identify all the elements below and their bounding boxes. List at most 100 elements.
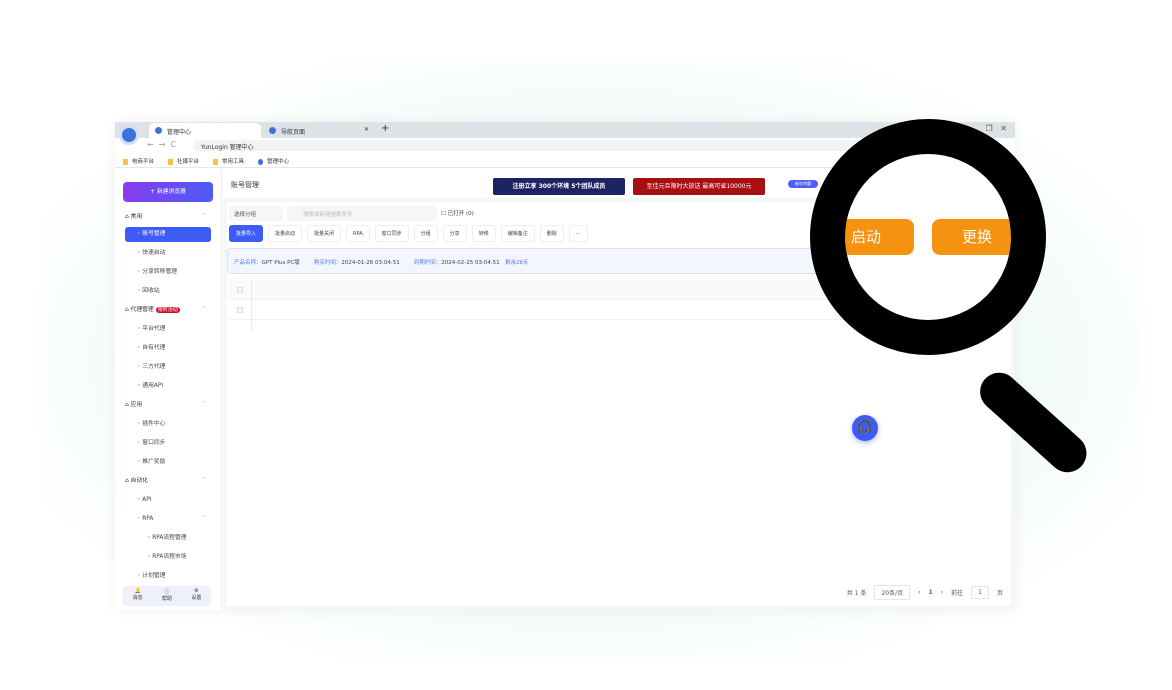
sidebar-item[interactable]: ◦ 推广奖励 [115, 453, 221, 472]
settings-button[interactable]: ⚙ 设置 [191, 588, 201, 606]
page-size-select[interactable]: 20条/页 [874, 585, 911, 600]
nav-buttons-icon[interactable]: ←→C [147, 140, 181, 149]
toolbar-button[interactable]: 分组 [413, 225, 438, 242]
chevron-icon[interactable]: ˄ [202, 472, 205, 491]
purchase-time: 2024-01-26 03:04:51 [341, 260, 400, 266]
sidebar-item-label: 三方代理 [142, 364, 166, 370]
total: 共 1 条 [846, 590, 867, 597]
toolbar-button[interactable]: ··· [568, 225, 588, 242]
sidebar-item-label: RPA流程市场 [152, 554, 187, 560]
count: (0) [465, 211, 474, 217]
expire-time: 2024-02-25 03:04:51 [441, 260, 500, 266]
search-input[interactable]: 搜索或新建搜索条件 [287, 205, 437, 221]
label: 消息 [132, 595, 143, 601]
toolbar: 批量导入 批量启动 批量关闭 RPA 窗口同步 分组 分享 转移 编辑备注 删除 ··· [229, 225, 588, 242]
chevron-icon[interactable]: ˄ [202, 510, 205, 529]
sidebar-item[interactable]: ◦ RPA流程市场 [115, 548, 221, 567]
support-button[interactable]: 🎧 [852, 415, 878, 441]
sidebar-item[interactable]: ◦ 通用API [115, 377, 221, 396]
chevron-icon[interactable]: ˄ [202, 301, 205, 320]
help-button[interactable]: ⓘ 帮助 [162, 588, 172, 606]
goto-input[interactable]: 1 [971, 586, 989, 599]
new-year-badge[interactable]: 新年特惠 [788, 180, 818, 188]
toolbar-button[interactable]: 删除 [539, 225, 564, 242]
toolbar-button[interactable]: 批量导入 [229, 225, 264, 242]
sidebar-item[interactable]: ◦ 平台代理 [115, 320, 221, 339]
sidebar-item-label: 代理管理 [130, 307, 154, 313]
select-all-checkbox[interactable] [237, 287, 243, 293]
sidebar-item-label: 插件中心 [142, 421, 166, 427]
bookmark[interactable]: 管理中心 [258, 157, 289, 165]
toolbar-button[interactable]: RPA [346, 225, 370, 242]
prev-icon[interactable]: ‹ [918, 589, 920, 596]
sidebar-item-label: 计划管理 [142, 573, 166, 579]
toolbar-button[interactable]: 窗口同步 [374, 225, 409, 242]
sidebar-item[interactable]: ⌂ 常用 ˄ [115, 208, 221, 227]
toolbar-button[interactable]: 转移 [471, 225, 496, 242]
sidebar-item[interactable]: ⌂ 自动化 ˄ [115, 472, 221, 491]
magnifier-icon [810, 119, 1046, 355]
divider [251, 280, 252, 332]
sidebar-item-label: RPA流程管理 [152, 535, 187, 541]
toolbar-button[interactable]: 批量启动 [268, 225, 303, 242]
group-select[interactable]: 选择分组 [229, 205, 283, 221]
sidebar-item-label: 应用 [130, 402, 143, 408]
filter-row: 选择分组 搜索或新建搜索条件 ☐ 已打开 (0) [227, 204, 474, 222]
remaining-days: 剩余28天 [504, 260, 529, 266]
label: 已打开 [447, 211, 465, 217]
sidebar-item[interactable]: ⌂ 应用 ˄ [115, 396, 221, 415]
page-title: 账号管理 [231, 181, 259, 189]
sidebar-item[interactable]: ⌂ 代理管理 限时活动 ˄ [115, 301, 221, 320]
sidebar: + 新建浏览器 ⌂ 常用 ˄ ◦ 账号管理 ◦ 快速启动 ◦ 分享转移管理 ◦ 回收站 ⌂ … [115, 170, 222, 610]
tab-nav[interactable]: 导航页面 ✕ [263, 123, 373, 138]
toolbar-button[interactable]: 编辑备注 [500, 225, 535, 242]
sidebar-item[interactable]: ◦ 账号管理 [125, 227, 211, 242]
label: 到期时间： [413, 260, 442, 266]
chevron-icon[interactable]: ˄ [202, 208, 205, 227]
sidebar-item[interactable]: ◦ 分享转移管理 [115, 263, 221, 282]
tab-admin[interactable]: 管理中心 [149, 123, 261, 138]
tab-label: 管理中心 [167, 129, 192, 136]
tab-label: 导航页面 [281, 129, 306, 136]
chevron-icon[interactable]: ˄ [202, 396, 205, 415]
sidebar-item-label: 分享转移管理 [142, 269, 178, 275]
row-checkbox[interactable] [237, 307, 243, 313]
sidebar-item[interactable]: ◦ 回收站 [115, 282, 221, 301]
label: 前往 [951, 590, 964, 597]
window-controls[interactable]: ❐ ✕ [985, 124, 1007, 133]
sidebar-item[interactable]: ◦ 窗口同步 [115, 434, 221, 453]
bookmark[interactable]: 电商平台 [123, 157, 154, 165]
bookmark[interactable]: 社媒平台 [168, 157, 199, 165]
sidebar-item[interactable]: ◦ 插件中心 [115, 415, 221, 434]
sidebar-item-label: 窗口同步 [142, 440, 166, 446]
favicon-icon [155, 127, 162, 134]
next-icon[interactable]: › [941, 589, 943, 596]
bookmark[interactable]: 常用工具 [213, 157, 244, 165]
sidebar-item-label: 账号管理 [142, 231, 166, 237]
opened-checkbox[interactable]: ☐ 已打开 (0) [441, 209, 474, 217]
sidebar-item[interactable]: ◦ 快速启动 [115, 244, 221, 263]
new-tab-icon[interactable]: + [381, 123, 389, 134]
toolbar-button[interactable]: 批量关闭 [307, 225, 342, 242]
profile-avatar[interactable] [119, 125, 139, 145]
sidebar-item[interactable]: ◦ 自有代理 [115, 339, 221, 358]
sidebar-item[interactable]: ◦ RPA流程管理 [115, 529, 221, 548]
sidebar-item[interactable]: ◦ API [115, 491, 221, 510]
close-icon[interactable]: ✕ [364, 126, 369, 133]
toolbar-button[interactable]: 分享 [442, 225, 467, 242]
sidebar-item-label: 回收站 [142, 288, 160, 294]
messages-button[interactable]: 🔔 消息 [133, 588, 143, 606]
promo-badge: 限时活动 [155, 307, 180, 313]
sidebar-item[interactable]: ◦ 计划管理 [115, 567, 221, 586]
sidebar-item-label: RPA [142, 516, 154, 522]
sidebar-item[interactable]: ◦ RPA ˄ [115, 510, 221, 529]
page-1[interactable]: 1 [929, 589, 933, 596]
promo-banner[interactable]: 至佳元旦限时大放送 最高可省10000元 [633, 178, 765, 195]
sidebar-item-label: 通用API [142, 383, 164, 389]
promo-banner[interactable]: 注册立享 300个环境 5个团队成员 [493, 178, 625, 195]
sidebar-item[interactable]: ◦ 三方代理 [115, 358, 221, 377]
new-browser-button[interactable]: + 新建浏览器 [123, 182, 213, 202]
sidebar-item-label: API [142, 497, 152, 503]
label: 产品名称： [234, 260, 262, 266]
product: GPT Plus PC版 [261, 260, 300, 266]
